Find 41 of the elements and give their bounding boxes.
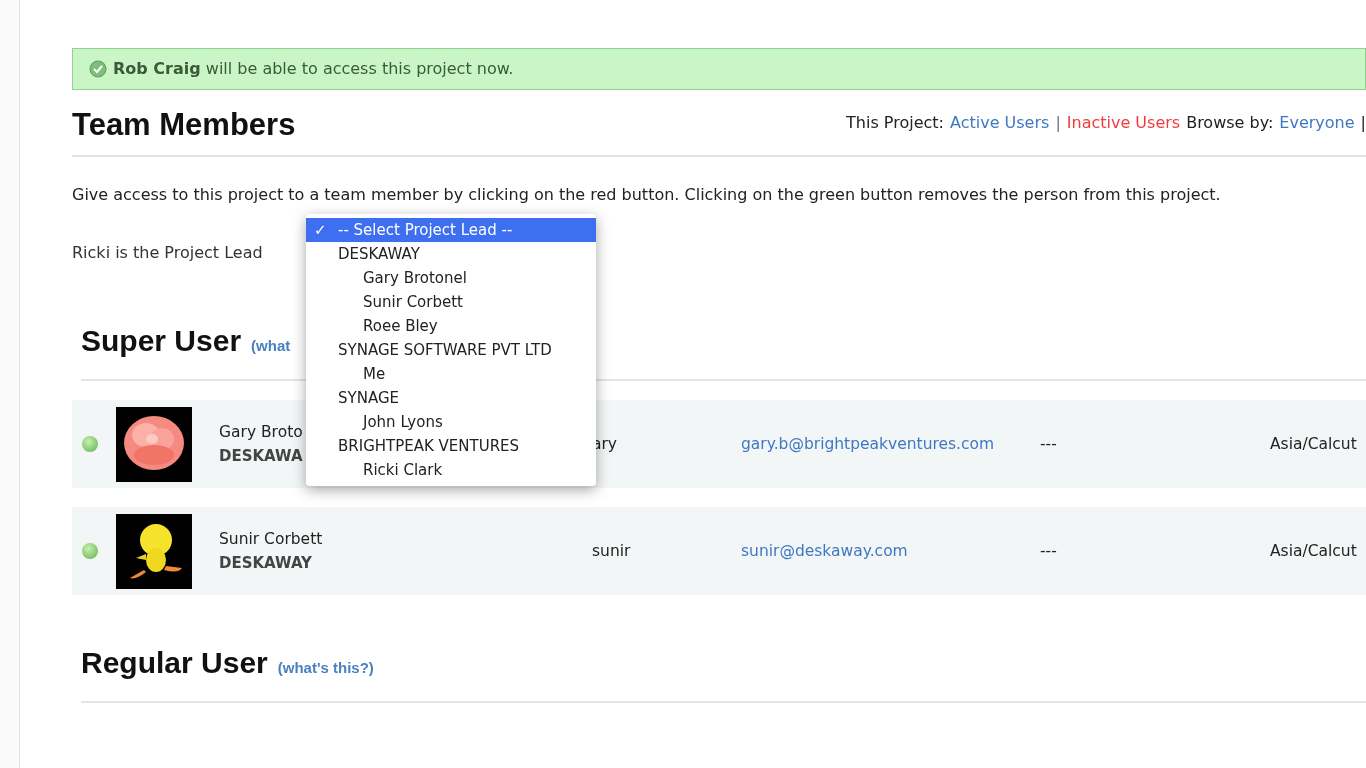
member-name: Gary Broto <box>219 422 303 444</box>
filter-link[interactable]: Inactive Users <box>1066 111 1181 136</box>
menu-group-label: SYNAGE SOFTWARE PVT LTD <box>337 340 553 361</box>
access-toggle[interactable] <box>82 543 98 560</box>
menu-option[interactable]: Me <box>306 362 596 386</box>
access-toggle[interactable] <box>82 436 98 453</box>
separator: | <box>1055 112 1061 135</box>
check-circle-icon <box>89 60 107 78</box>
instructions-text: Give access to this project to a team member by clicking on the red button. Clicking on the green button removes the person from this project. <box>72 184 1222 207</box>
phone-cell-text: --- <box>1040 540 1058 562</box>
menu-option[interactable]: Roee Bley <box>306 314 596 338</box>
menu-group-label: SYNAGE <box>337 388 400 409</box>
timezone-cell-text: Asia/Calcut <box>1270 433 1358 455</box>
filter-label: This Project: <box>846 112 944 135</box>
menu-option[interactable]: ✓ -- Select Project Lead -- <box>306 218 596 242</box>
project-lead-menu[interactable]: ✓ -- Select Project Lead -- DESKAWAY Gary Brotonel Sunir Corbett Roee Bley SYNAGE SOFTWARE PVT LTD Me SYNAGE John Lyons BRIGHTPEAK VENTURES Ricki Clark <box>306 214 596 486</box>
member-company: DESKAWA <box>219 445 303 467</box>
menu-option[interactable]: Gary Brotonel <box>306 266 596 290</box>
browse-link[interactable]: Everyone <box>1279 111 1355 136</box>
menu-option[interactable]: Sunir Corbett <box>306 290 596 314</box>
section-title: Super User <box>81 323 242 360</box>
menu-group-label: BRIGHTPEAK VENTURES <box>337 436 521 457</box>
browse-label: Browse by: <box>1186 112 1274 135</box>
username-cell-text: sunir <box>592 540 632 562</box>
timezone-cell-text: Asia/Calcut <box>1270 540 1358 562</box>
member-name: Sunir Corbett <box>219 529 323 551</box>
email-link[interactable]: sunir@deskaway.com <box>741 539 1040 563</box>
help-link[interactable]: (what's this?) <box>277 657 374 680</box>
filter-link[interactable]: Active Users <box>950 111 1050 136</box>
phone-cell-text: --- <box>1040 433 1058 455</box>
help-link[interactable]: (what <box>251 335 291 358</box>
member-company: DESKAWAY <box>219 552 312 574</box>
menu-option[interactable]: Ricki Clark <box>306 458 596 482</box>
banner-message: Rob Craig will be able to access this project now. <box>113 58 514 80</box>
section-title: Regular User <box>81 645 268 682</box>
email-link[interactable]: gary.b@brightpeakventures.com <box>741 432 1040 456</box>
separator: | <box>1360 112 1366 135</box>
menu-option[interactable]: John Lyons <box>306 410 596 434</box>
menu-group-label: DESKAWAY <box>337 244 421 265</box>
page-title: Team Members <box>72 106 296 144</box>
project-lead-label: Ricki is the Project Lead <box>72 242 263 265</box>
